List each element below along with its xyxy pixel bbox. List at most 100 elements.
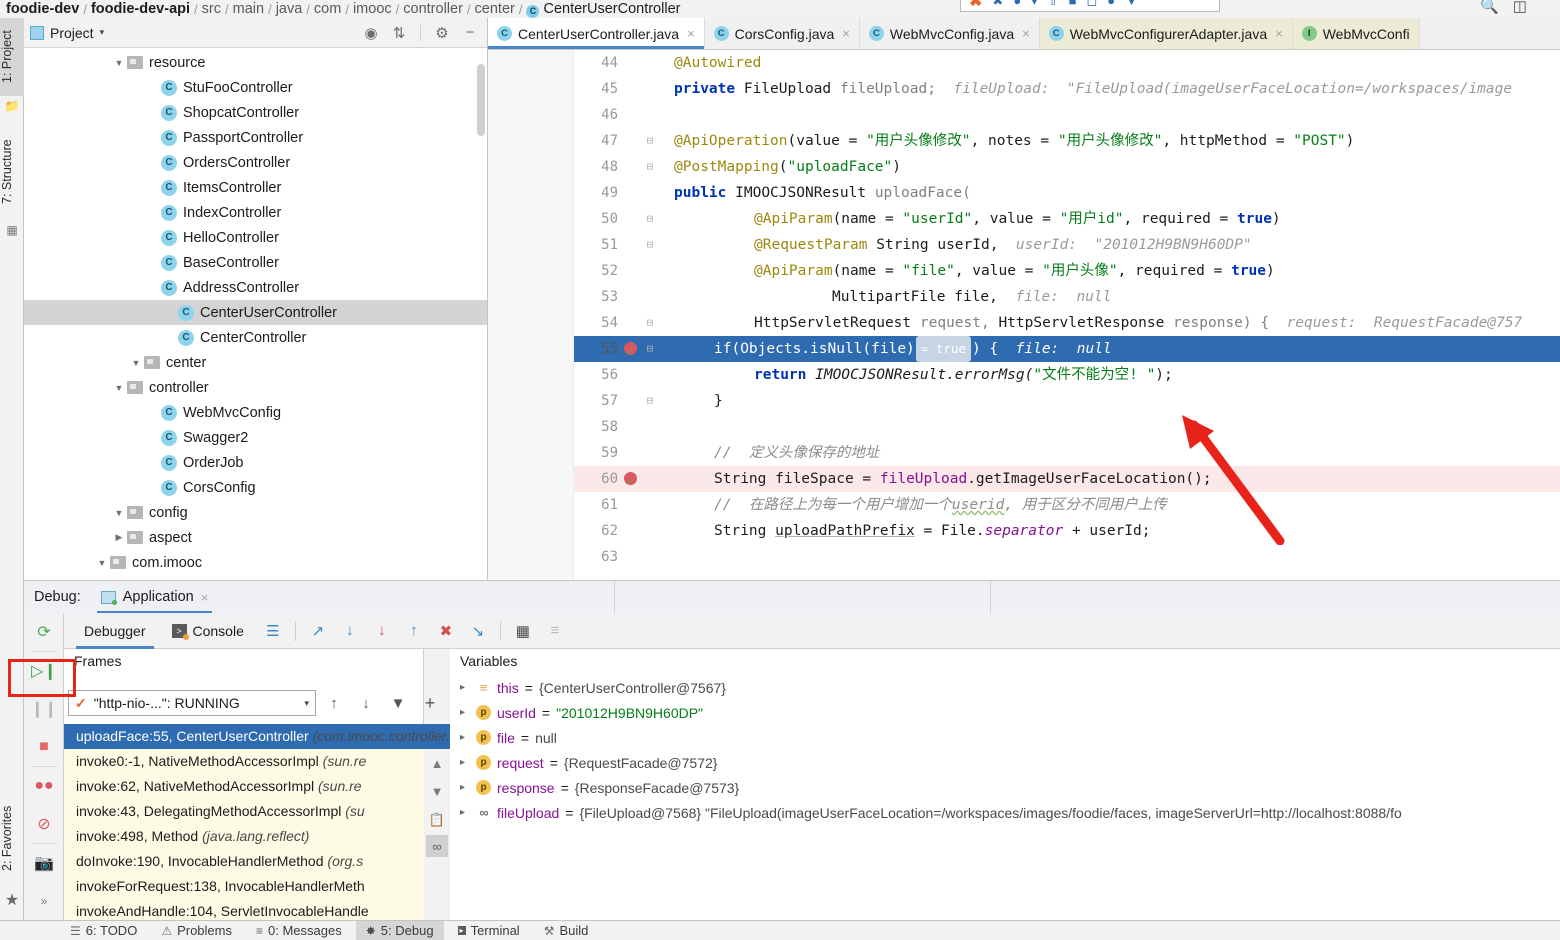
close-icon[interactable]: × [842, 26, 850, 41]
editor-tab-corsconfig-java[interactable]: C CorsConfig.java × [705, 18, 860, 49]
editor-tab-centerusercontroller-java[interactable]: C CenterUserController.java × [488, 18, 705, 49]
tree-item-stufoocontroller[interactable]: C StuFooController [24, 75, 487, 100]
stop-icon[interactable]: ■ [24, 728, 64, 766]
close-icon[interactable]: × [687, 26, 695, 41]
fold-marker[interactable]: ⊟ [644, 336, 656, 362]
breadcrumb-item-center[interactable]: center [471, 1, 519, 18]
breadcrumb-item-class[interactable]: C CenterUserController [522, 1, 684, 18]
chevron-right-icon[interactable]: ▸ [460, 807, 470, 818]
mute-breakpoints-icon[interactable]: ⊘ [24, 805, 64, 843]
status-bar-item-6-todo[interactable]: ☰ 6: TODO [60, 921, 147, 940]
breadcrumb-item-foodie-dev-api[interactable]: foodie-dev-api [87, 1, 194, 18]
tree-item-itemscontroller[interactable]: C ItemsController [24, 175, 487, 200]
tree-item-com-imooc[interactable]: ▼ com.imooc [24, 550, 487, 575]
sidebar-item-project[interactable]: 1: Project [0, 18, 24, 96]
step-out-icon[interactable]: ↑ [399, 622, 429, 639]
breadcrumb-item-controller[interactable]: controller [399, 1, 467, 18]
breadcrumb-item-foodie-dev[interactable]: foodie-dev [2, 1, 83, 18]
variable-row[interactable]: ▸ ≡ this = {CenterUserController@7567} [450, 675, 1560, 700]
chevron-right-icon[interactable]: ▶ [113, 532, 125, 543]
editor-tab-webmvcconfigureradapter-java[interactable]: C WebMvcConfigurerAdapter.java × [1039, 18, 1293, 49]
collapse-all-icon[interactable]: ⇅ [388, 24, 410, 42]
tree-item-centerusercontroller[interactable]: C CenterUserController [24, 300, 487, 325]
tree-item-passportcontroller[interactable]: C PassportController [24, 125, 487, 150]
hide-icon[interactable]: − [459, 24, 481, 41]
breadcrumb-item-imooc[interactable]: imooc [349, 1, 396, 18]
step-into-icon[interactable]: ↓ [335, 622, 365, 639]
frame-row[interactable]: invokeAndHandle:104, ServletInvocableHan… [64, 899, 424, 920]
close-icon[interactable]: × [1275, 26, 1283, 41]
breadcrumb-item-java[interactable]: java [272, 1, 307, 18]
variable-row[interactable]: ▸ p request = {RequestFacade@7572} [450, 750, 1560, 775]
locate-icon[interactable]: ◉ [360, 24, 382, 42]
force-step-into-icon[interactable]: ↓ [367, 622, 397, 639]
down-arrow-icon[interactable]: ↓ [352, 695, 380, 712]
run-to-cursor-icon[interactable]: ↘ [463, 622, 493, 640]
chevron-right-icon[interactable]: ▸ [460, 707, 470, 718]
chevron-right-icon[interactable]: ▸ [460, 757, 470, 768]
variable-row[interactable]: ▸ ∞ fileUpload = {FileUpload@7568} "FileUp… [450, 800, 1560, 825]
chevron-right-icon[interactable]: ▸ [460, 782, 470, 793]
tree-item-webmvcconfig[interactable]: C WebMvcConfig [24, 400, 487, 425]
view-breakpoints-icon[interactable]: ●● [24, 767, 64, 805]
tree-item-indexcontroller[interactable]: C IndexController [24, 200, 487, 225]
variable-row[interactable]: ▸ p userId = "201012H9BN9H60DP" [450, 700, 1560, 725]
frame-row[interactable]: invoke:498, Method (java.lang.reflect) [64, 824, 424, 849]
close-icon[interactable]: × [1022, 26, 1030, 41]
breakpoint-icon[interactable] [622, 466, 638, 495]
chevron-down-icon[interactable]: ▾ [100, 27, 105, 38]
stop-icon[interactable]: ◻ [1086, 0, 1097, 9]
fold-marker[interactable]: ⊟ [644, 206, 656, 232]
variable-row[interactable]: ▸ p response = {ResponseFacade@7573} [450, 775, 1560, 800]
up-arrow-icon[interactable]: ↑ [320, 695, 348, 712]
thread-dropdown[interactable]: ✓ "http-nio-...": RUNNING ▾ [68, 690, 316, 716]
sidebar-item-favorites[interactable]: 2: Favorites [0, 788, 24, 888]
frames-list[interactable]: uploadFace:55, CenterUserController (com… [64, 724, 424, 920]
rerun-icon[interactable]: ⟳ [24, 613, 64, 651]
fold-marker[interactable]: ⊟ [644, 388, 656, 414]
tab-debugger[interactable]: Debugger [72, 613, 158, 649]
chevron-right-icon[interactable]: ▸ [460, 682, 470, 693]
breadcrumb-item-main[interactable]: main [229, 1, 268, 18]
plus-icon[interactable]: + [416, 693, 444, 714]
search-icon[interactable]: 🔍 [1480, 0, 1499, 15]
chevron-down-icon[interactable]: ▼ [130, 358, 142, 368]
fold-marker[interactable]: ⊟ [644, 154, 656, 180]
profile-icon[interactable]: ⇧ [1048, 0, 1059, 9]
project-tree[interactable]: ▼ resource C StuFooController C ShopcatContro… [24, 48, 487, 580]
scroll-down-icon[interactable]: ▼ [424, 777, 450, 805]
fold-marker[interactable]: ⊟ [644, 128, 656, 154]
drop-frame-icon[interactable]: ✖ [431, 622, 461, 640]
step-over-icon[interactable]: ↗ [303, 622, 333, 640]
breakpoint-icon[interactable] [622, 336, 638, 365]
chevron-right-icon[interactable]: ▸ [460, 732, 470, 743]
editor-code-area[interactable]: 44 @Autowired 45 private FileUpload file… [574, 50, 1560, 580]
chevron-down-icon[interactable]: ▼ [113, 383, 125, 393]
run-icon[interactable]: ● [1013, 0, 1021, 8]
tree-item-addresscontroller[interactable]: C AddressController [24, 275, 487, 300]
close-icon[interactable]: × [201, 590, 209, 605]
tree-item-basecontroller[interactable]: C BaseController [24, 250, 487, 275]
chevron-down-icon[interactable]: ▼ [113, 58, 125, 68]
chevron-down-icon[interactable]: ▼ [96, 558, 108, 568]
editor-tab-webmvcconfig-java[interactable]: C WebMvcConfig.java × [860, 18, 1040, 49]
layout-icon[interactable]: ■ [1069, 0, 1077, 8]
breadcrumb-item-src[interactable]: src [198, 1, 225, 18]
tree-item-centercontroller[interactable]: C CenterController [24, 325, 487, 350]
resume-program-icon[interactable]: ▷❙ [24, 652, 64, 690]
project-tree-scrollbar[interactable] [477, 64, 485, 136]
frame-row[interactable]: doInvoke:190, InvocableHandlerMethod (or… [64, 849, 424, 874]
fold-marker[interactable]: ⊟ [644, 232, 656, 258]
coverage-icon[interactable]: ▾ [1031, 0, 1038, 9]
tree-item-swagger2[interactable]: C Swagger2 [24, 425, 487, 450]
code-editor[interactable]: 44 @Autowired 45 private FileUpload file… [488, 50, 1560, 580]
copy-stack-icon[interactable]: 📋 [426, 809, 448, 831]
tree-item-resource[interactable]: ▼ resource [24, 50, 487, 75]
tree-item-center[interactable]: ▼ center [24, 350, 487, 375]
frame-row[interactable]: invoke:43, DelegatingMethodAccessorImpl … [64, 799, 424, 824]
tab-console[interactable]: > Console [160, 613, 256, 649]
screenshot-icon[interactable]: 📷 [24, 844, 64, 882]
variables-list[interactable]: ▸ ≡ this = {CenterUserController@7567} ▸ p us… [450, 675, 1560, 825]
settings-icon[interactable]: ≡ [540, 622, 570, 639]
gear-icon[interactable]: ⚙ [431, 24, 453, 42]
